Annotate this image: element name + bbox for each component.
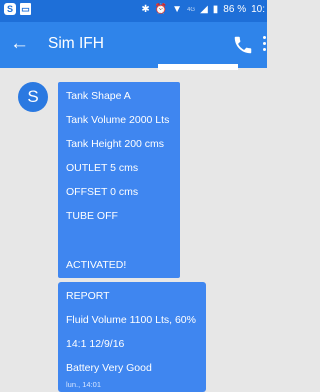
signal-icon: ◢ bbox=[200, 4, 208, 15]
message-line: Battery Very Good bbox=[66, 362, 152, 374]
message-line: Tank Volume 2000 Lts bbox=[66, 114, 170, 126]
message-line: Tank Height 200 cms bbox=[66, 138, 165, 150]
bluetooth-icon: ✱ bbox=[141, 4, 150, 15]
phone-icon[interactable] bbox=[232, 34, 254, 56]
overflow-menu-icon[interactable] bbox=[263, 36, 267, 54]
app-bar: ← Sim IFH bbox=[0, 22, 267, 68]
message-bubble-report[interactable]: REPORT Fluid Volume 1100 Lts, 60% 14:1 1… bbox=[58, 282, 206, 392]
status-time: 10: bbox=[251, 4, 265, 15]
message-area-edge bbox=[158, 64, 238, 70]
message-line: OFFSET 0 cms bbox=[66, 186, 139, 198]
message-notification-icon: ▭ bbox=[20, 3, 31, 15]
battery-percent: 86 % bbox=[223, 4, 247, 15]
conversation-title: Sim IFH bbox=[48, 35, 104, 52]
alarm-icon: ⏰ bbox=[154, 4, 168, 15]
message-line: Tank Shape A bbox=[66, 90, 131, 102]
message-line: Fluid Volume 1100 Lts, 60% bbox=[66, 314, 196, 326]
message-timestamp: lun., 14:01 bbox=[66, 380, 102, 389]
message-line: OUTLET 5 cms bbox=[66, 162, 139, 174]
network-type-label: 4G bbox=[187, 6, 196, 13]
battery-icon: ▮ bbox=[212, 4, 219, 15]
message-line: 14:1 12/9/16 bbox=[66, 338, 125, 350]
status-notification-icons: S ▭ bbox=[4, 3, 31, 15]
message-bubble-settings[interactable]: Tank Shape A Tank Volume 2000 Lts Tank H… bbox=[58, 82, 180, 278]
status-right-cluster: ✱ ⏰ ▼ 4G ◢ ▮ 86 % 10: bbox=[141, 4, 265, 15]
wifi-icon: ▼ bbox=[172, 4, 183, 15]
contact-avatar[interactable]: S bbox=[18, 82, 48, 112]
message-line: TUBE OFF bbox=[66, 210, 118, 222]
app-notification-icon: S bbox=[4, 3, 16, 15]
status-bar: S ▭ ✱ ⏰ ▼ 4G ◢ ▮ 86 % 10: bbox=[0, 0, 267, 22]
message-line: ACTIVATED! bbox=[66, 259, 127, 271]
message-line: REPORT bbox=[66, 290, 110, 302]
back-arrow-icon[interactable]: ← bbox=[10, 32, 29, 56]
